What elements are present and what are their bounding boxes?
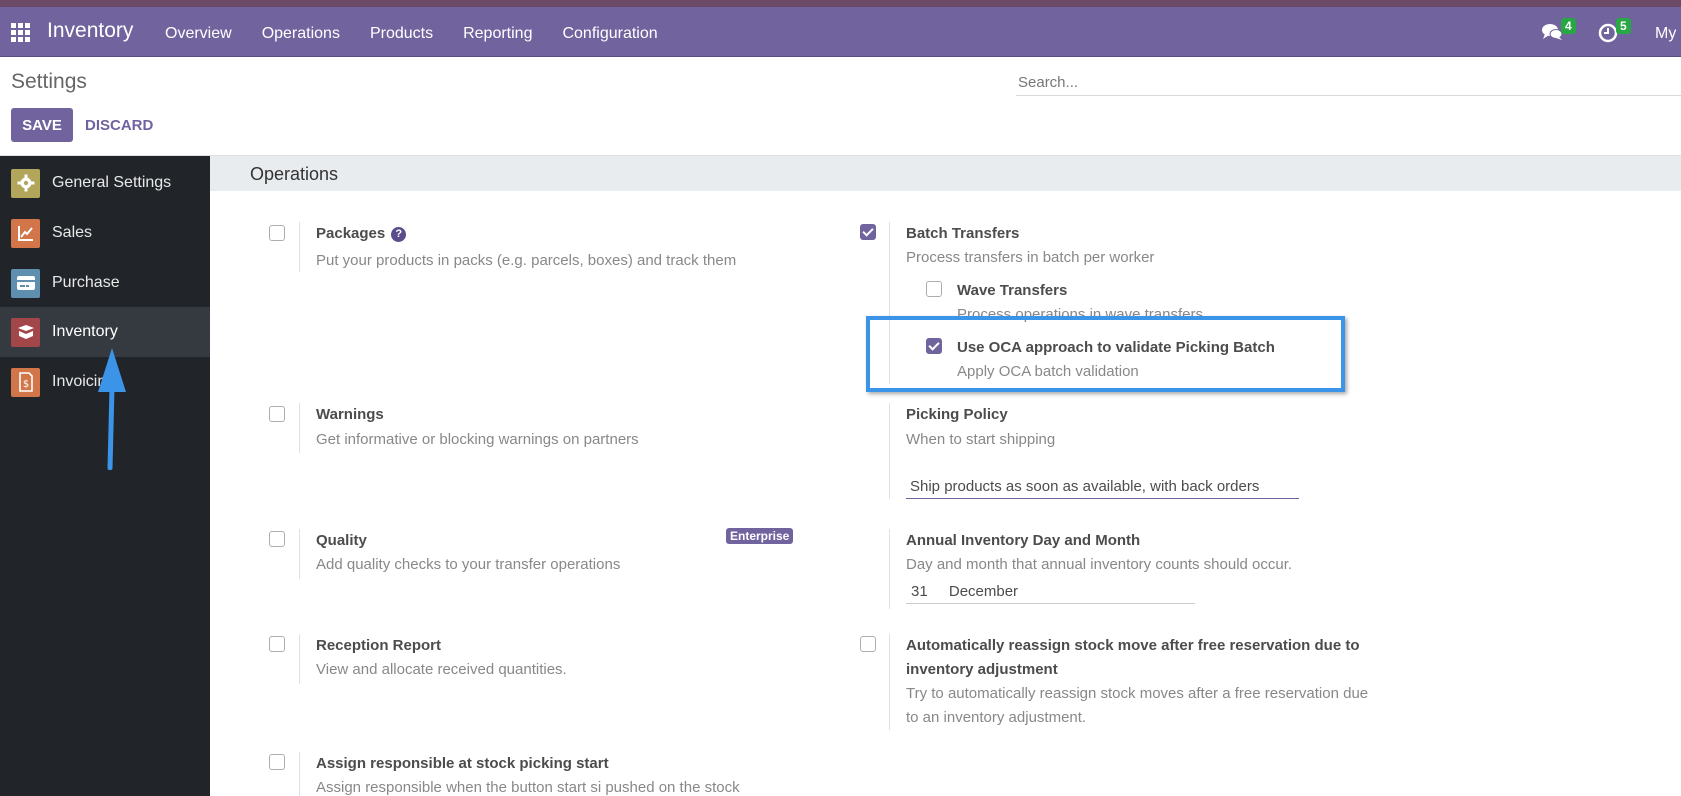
annual-inventory-month-select[interactable]: December [949,583,1018,600]
setting-divider [889,529,890,609]
packages-title: Packages [316,225,386,242]
page-title: Settings [11,70,87,93]
annual-inventory-date: 31 December [906,583,1195,604]
menu-overview[interactable]: Overview [165,25,232,43]
setting-description: Get informative or blocking warnings on … [316,431,639,448]
setting-title: Annual Inventory Day and Month [906,532,1141,549]
reception-report-checkbox[interactable] [269,636,285,652]
svg-text:$: $ [22,379,28,390]
quality-checkbox[interactable] [269,531,285,547]
help-icon[interactable]: ? [391,227,407,242]
top-menu: Overview Operations Products Reporting C… [165,25,688,43]
sidebar-item-general-settings[interactable]: General Settings [0,158,210,208]
sidebar-item-label: Purchase [52,274,120,291]
setting-title: Use OCA approach to validate Picking Bat… [957,339,1275,356]
setting-title-line1: Automatically reassign stock move after … [906,637,1360,654]
save-button[interactable]: SAVE [11,108,73,142]
setting-description: Put your products in packs (e.g. parcels… [316,252,737,269]
chat-bubbles-icon [1542,24,1563,40]
search-input[interactable] [1016,70,1681,95]
setting-title: Wave Transfers [957,282,1068,299]
section-header: Operations [210,156,1681,191]
warnings-checkbox[interactable] [269,406,285,422]
setting-description: Process transfers in batch per worker [906,249,1155,266]
menu-products[interactable]: Products [370,25,433,43]
sidebar-item-invoicing[interactable]: $ Invoicing [0,357,210,407]
oca-batch-validation-checkbox[interactable] [926,338,942,354]
setting-title: Warnings [316,406,384,423]
setting-title: Reception Report [316,637,442,654]
sidebar-item-label: Sales [52,224,93,241]
search-box [1016,70,1681,96]
setting-description: View and allocate received quantities. [316,661,567,678]
setting-description: Process operations in wave transfers [957,306,1203,323]
enterprise-badge: Enterprise [726,528,794,544]
setting-title: Packages? [316,225,407,242]
setting-description-line2: to an inventory adjustment. [906,709,1087,726]
app-brand[interactable]: Inventory [47,19,133,43]
setting-title: Picking Policy [906,406,1008,423]
apps-grid-icon[interactable] [11,23,31,43]
setting-divider [299,222,300,272]
setting-divider [299,403,300,453]
sidebar-item-sales[interactable]: Sales [0,208,210,258]
settings-sidebar: General Settings Sales Purchase Inventor… [0,156,210,796]
main-navbar: Inventory Overview Operations Products R… [0,7,1681,57]
gear-icon [11,168,40,198]
setting-divider [299,529,300,579]
discard-button[interactable]: DISCARD [85,108,153,142]
setting-divider [889,222,890,384]
activities-button[interactable]: 5 [1598,18,1631,43]
browser-top-strip [0,0,1681,7]
menu-operations[interactable]: Operations [262,25,340,43]
setting-divider [889,634,890,730]
setting-title: Assign responsible at stock picking star… [316,755,609,772]
messages-count-badge: 4 [1561,18,1576,34]
assign-responsible-checkbox[interactable] [269,754,285,770]
setting-title: Quality [316,532,367,549]
auto-reassign-checkbox[interactable] [860,636,876,652]
setting-divider [889,403,890,499]
clock-icon [1598,23,1618,43]
activities-count-badge: 5 [1616,18,1631,34]
setting-description: When to start shipping [906,431,1056,448]
sidebar-item-inventory[interactable]: Inventory [0,307,210,357]
setting-description: Add quality checks to your transfer oper… [316,556,621,573]
invoice-dollar-icon: $ [11,367,40,397]
box-icon [11,317,40,347]
credit-card-icon [11,268,40,298]
setting-divider [299,752,300,796]
messages-button[interactable]: 4 [1541,18,1576,43]
setting-description: Assign responsible when the button start… [316,779,740,796]
setting-title: Batch Transfers [906,225,1020,242]
setting-title-line2: inventory adjustment [906,661,1058,678]
setting-description: Day and month that annual inventory coun… [906,556,1293,573]
sidebar-item-label: Invoicing [52,373,116,390]
picking-policy-select[interactable]: Ship products as soon as available, with… [906,478,1299,499]
setting-description-line1: Try to automatically reassign stock move… [906,685,1369,702]
setting-description: Apply OCA batch validation [957,363,1139,380]
sidebar-item-purchase[interactable]: Purchase [0,258,210,308]
setting-divider [299,634,300,684]
sidebar-item-label: General Settings [52,174,172,191]
section-title: Operations [250,164,339,184]
packages-checkbox[interactable] [269,225,285,241]
menu-configuration[interactable]: Configuration [562,25,657,43]
menu-reporting[interactable]: Reporting [463,25,532,43]
chart-trend-icon [11,218,40,248]
wave-transfers-checkbox[interactable] [926,281,942,297]
annual-inventory-day-input[interactable]: 31 [911,583,928,600]
sidebar-item-label: Inventory [52,323,118,340]
batch-transfers-checkbox[interactable] [860,224,876,240]
user-menu[interactable]: My [1655,25,1676,43]
